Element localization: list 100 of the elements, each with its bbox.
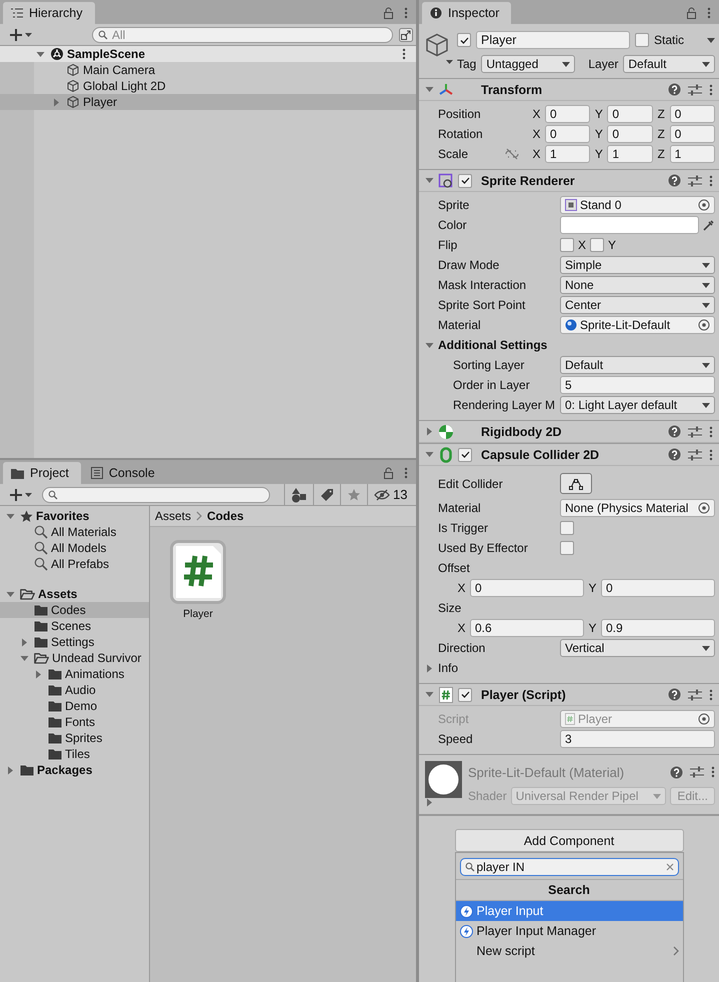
foldout-arrow[interactable] <box>425 427 434 436</box>
number-field[interactable]: 0.9 <box>601 619 715 637</box>
component-option[interactable]: New script <box>456 941 682 961</box>
checkbox[interactable] <box>560 521 574 535</box>
hierarchy-item[interactable]: Global Light 2D <box>0 78 416 94</box>
help-icon[interactable] <box>668 448 681 461</box>
more-icon[interactable] <box>709 448 713 460</box>
help-icon[interactable] <box>668 425 681 438</box>
foldout-arrow[interactable] <box>6 766 15 774</box>
project-tree-item[interactable]: Animations <box>0 666 149 682</box>
component-header[interactable]: Player (Script) <box>419 684 719 706</box>
project-tree-item[interactable]: Settings <box>0 634 149 650</box>
object-picker-icon[interactable] <box>698 502 710 514</box>
add-component-button[interactable]: Add Component <box>454 829 684 852</box>
checkbox[interactable] <box>560 541 574 555</box>
object-field[interactable]: Sprite-Lit-Default <box>560 316 715 334</box>
enable-checkbox[interactable] <box>458 688 472 702</box>
tag-dropdown[interactable]: Untagged <box>481 55 576 73</box>
foldout-arrow[interactable] <box>425 176 434 185</box>
number-field[interactable]: 5 <box>560 376 715 394</box>
more-icon[interactable] <box>707 7 711 19</box>
edit-collider-button[interactable] <box>560 473 592 494</box>
hierarchy-tab[interactable]: Hierarchy <box>3 2 94 24</box>
object-picker-icon[interactable] <box>698 319 710 331</box>
number-field[interactable]: 1 <box>670 145 715 163</box>
dropdown[interactable]: Default <box>560 356 715 374</box>
help-icon[interactable] <box>668 174 681 187</box>
expand-box-icon[interactable] <box>399 28 413 42</box>
foldout-arrow[interactable] <box>34 670 43 678</box>
project-tree-item[interactable]: Demo <box>0 698 149 714</box>
number-field[interactable]: 0.6 <box>470 619 584 637</box>
enable-checkbox[interactable] <box>458 174 472 188</box>
enable-checkbox[interactable] <box>458 448 472 462</box>
search-field[interactable]: player IN <box>460 858 678 876</box>
color-field[interactable] <box>560 216 699 234</box>
number-field[interactable]: 0 <box>545 125 590 143</box>
number-field[interactable]: 0 <box>607 125 653 143</box>
project-tree-item[interactable]: Packages <box>0 762 149 778</box>
object-picker-icon[interactable] <box>698 199 710 211</box>
more-icon[interactable] <box>404 7 408 19</box>
component-header[interactable]: Capsule Collider 2D <box>419 444 719 466</box>
dropdown[interactable]: Simple <box>560 256 715 274</box>
object-field[interactable]: None (Physics Material <box>560 499 715 517</box>
breadcrumb-link[interactable]: Codes <box>207 509 244 523</box>
help-icon[interactable] <box>668 688 681 701</box>
checkbox[interactable] <box>590 238 604 252</box>
sliders-icon[interactable] <box>688 426 702 438</box>
project-tree-item[interactable]: Codes <box>0 602 149 618</box>
number-field[interactable]: 3 <box>560 730 715 748</box>
foldout-arrow[interactable] <box>425 690 434 699</box>
panel-tab[interactable]: Project <box>3 462 81 484</box>
eyedropper-icon[interactable] <box>703 219 715 231</box>
asset-item[interactable]: Player <box>168 540 228 620</box>
dropdown[interactable]: None <box>560 276 715 294</box>
more-icon[interactable] <box>404 467 408 479</box>
hierarchy-item[interactable]: SampleScene <box>0 46 416 62</box>
more-icon[interactable] <box>709 84 713 96</box>
project-tree-item[interactable]: Scenes <box>0 618 149 634</box>
foldout-arrow[interactable] <box>6 590 15 598</box>
unlinked-icon[interactable] <box>504 148 520 160</box>
sliders-icon[interactable] <box>690 766 704 778</box>
foldout-arrow[interactable] <box>20 654 29 662</box>
object-field[interactable]: Stand 0 <box>560 196 715 214</box>
lock-icon[interactable] <box>383 467 394 479</box>
project-tree-item[interactable]: All Prefabs <box>0 556 149 572</box>
more-icon[interactable] <box>709 688 713 700</box>
project-tree-item[interactable]: Fonts <box>0 714 149 730</box>
component-header[interactable]: Transform <box>419 79 719 101</box>
project-tree-item[interactable]: Favorites <box>0 508 149 524</box>
foldout-arrow[interactable] <box>52 98 61 106</box>
sliders-icon[interactable] <box>688 688 702 700</box>
sliders-icon[interactable] <box>688 448 702 460</box>
help-icon[interactable] <box>668 83 681 96</box>
checkbox[interactable] <box>560 238 574 252</box>
number-field[interactable]: 0 <box>607 105 653 123</box>
foldout-arrow[interactable] <box>425 85 434 94</box>
number-field[interactable]: 0 <box>545 105 590 123</box>
more-icon[interactable] <box>711 766 715 778</box>
search-field[interactable] <box>42 486 270 502</box>
lock-icon[interactable] <box>383 7 394 19</box>
project-tree-item[interactable]: Tiles <box>0 746 149 762</box>
foldout-arrow[interactable] <box>36 50 45 58</box>
project-tree-item[interactable]: Audio <box>0 682 149 698</box>
layer-dropdown[interactable]: Default <box>623 55 715 73</box>
project-tree-item[interactable]: All Models <box>0 540 149 556</box>
more-icon[interactable] <box>402 48 406 60</box>
foldout-arrow[interactable] <box>425 798 434 807</box>
name-field[interactable]: Player <box>476 31 630 49</box>
dropdown[interactable]: Center <box>560 296 715 314</box>
number-field[interactable]: 1 <box>607 145 653 163</box>
dropdown[interactable]: Vertical <box>560 639 715 657</box>
component-header[interactable]: Sprite Renderer <box>419 170 719 192</box>
project-tree-item[interactable]: Sprites <box>0 730 149 746</box>
sliders-icon[interactable] <box>688 174 702 186</box>
project-tree-item[interactable]: Assets <box>0 586 149 602</box>
more-icon[interactable] <box>709 174 713 186</box>
more-icon[interactable] <box>709 426 713 438</box>
inspector-tab[interactable]: Inspector <box>422 2 512 24</box>
foldout-arrow[interactable] <box>425 450 434 459</box>
component-option[interactable]: Player Input <box>456 901 682 921</box>
